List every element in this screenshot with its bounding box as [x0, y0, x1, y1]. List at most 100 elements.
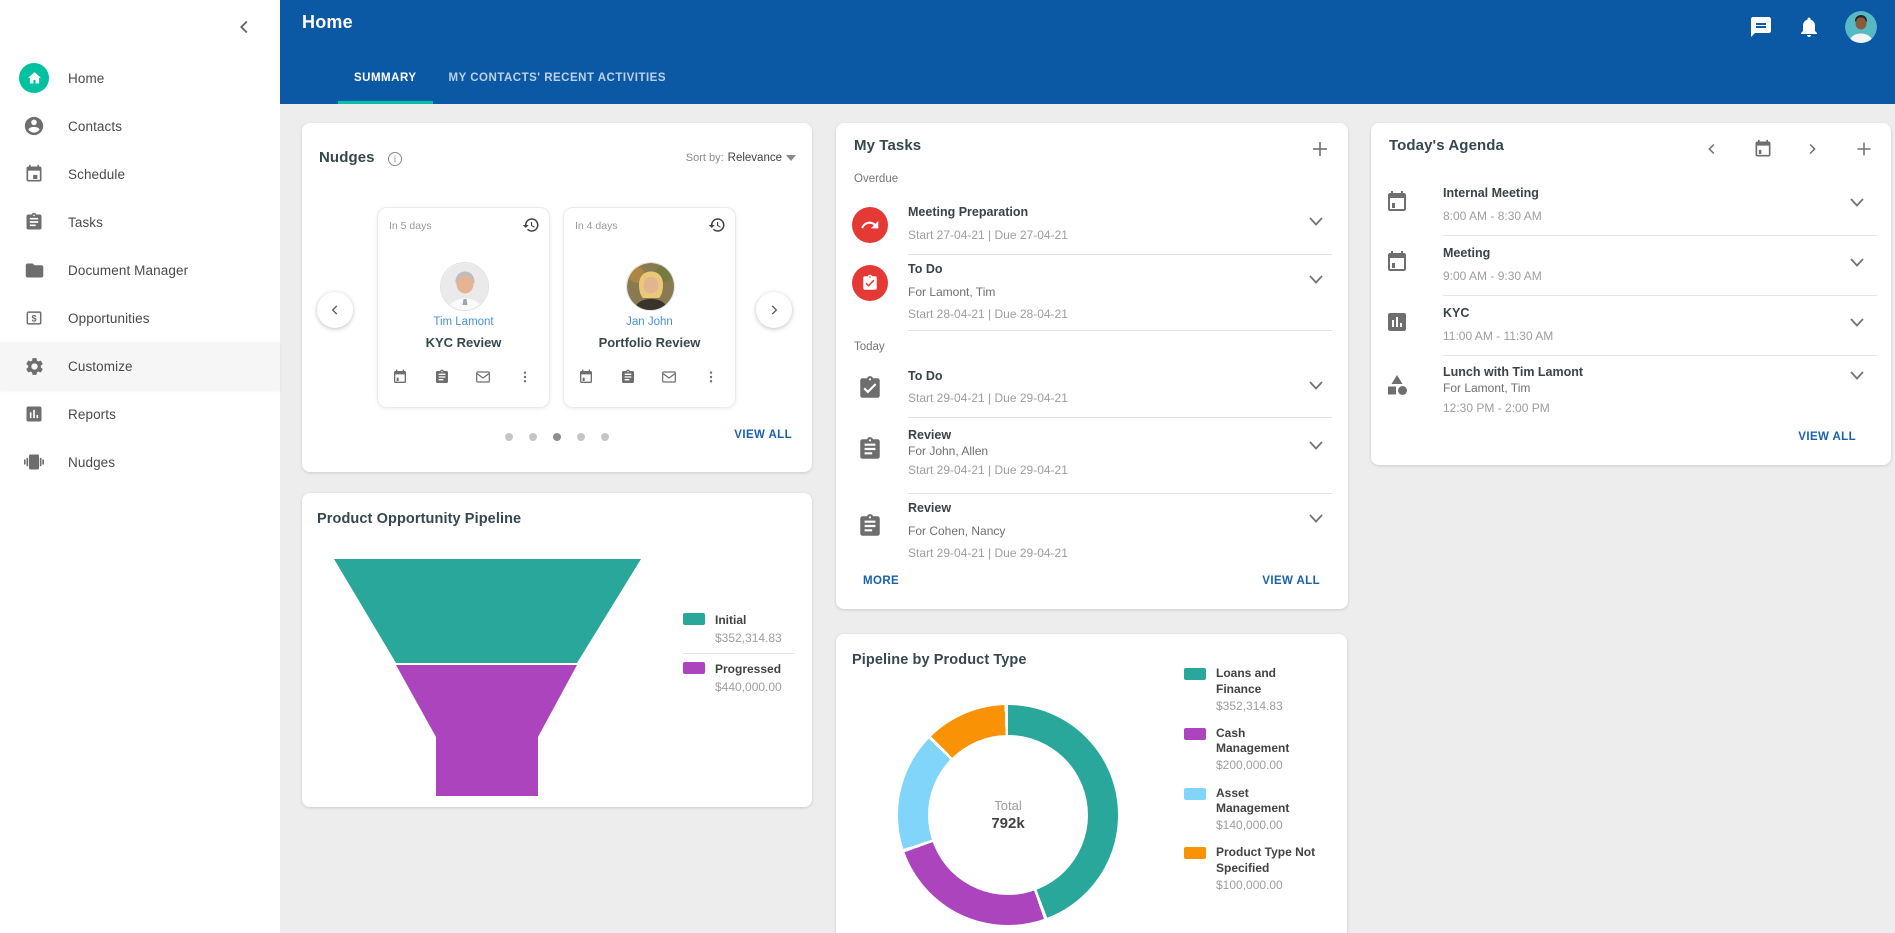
sidebar-item-customize[interactable]: Customize — [0, 342, 280, 390]
calendar-icon[interactable] — [578, 368, 596, 386]
review-icon — [857, 513, 883, 539]
sidebar-item-tasks[interactable]: Tasks — [0, 198, 280, 246]
legend-label: Initial — [715, 613, 746, 627]
donut-center-label: Total 792k — [898, 798, 1118, 832]
my-tasks-title: My Tasks — [854, 137, 921, 154]
bell-icon — [1797, 15, 1823, 39]
sidebar-item-label: Tasks — [68, 215, 103, 230]
agenda-item-for: For Lamont, Tim — [1443, 381, 1530, 395]
donut-total-label: Total — [898, 798, 1118, 813]
my-tasks-card: My Tasks Overdue Meeting Preparation Sta… — [836, 123, 1348, 609]
mail-icon[interactable] — [661, 368, 679, 386]
divider — [1443, 355, 1877, 356]
expand-task-button[interactable] — [1309, 514, 1323, 523]
tasks-more-button[interactable]: MORE — [863, 575, 899, 587]
section-label-overdue: Overdue — [854, 173, 898, 185]
notifications-button[interactable] — [1797, 14, 1823, 40]
calendar-icon[interactable] — [392, 368, 410, 386]
tasks-icon — [19, 207, 49, 237]
expand-event-button[interactable] — [1850, 318, 1864, 327]
legend-value: $352,314.83 — [1216, 698, 1321, 714]
task-for: For Lamont, Tim — [908, 285, 995, 299]
carousel-dot-active[interactable] — [553, 433, 561, 441]
carousel-dot[interactable] — [505, 433, 513, 441]
legend-swatch-orange — [1184, 847, 1206, 859]
task-dates: Start 29-04-21 | Due 29-04-21 — [908, 546, 1068, 560]
info-icon[interactable]: i — [388, 152, 402, 166]
expand-task-button[interactable] — [1309, 217, 1323, 226]
donut-chart-title: Pipeline by Product Type — [852, 652, 1027, 668]
schedule-icon — [19, 159, 49, 189]
contact-link[interactable]: Jan John — [564, 316, 735, 328]
task-icon[interactable] — [620, 368, 638, 386]
sort-by-dropdown[interactable]: Sort by: Relevance — [686, 152, 796, 164]
agenda-prev-button[interactable] — [1703, 137, 1727, 161]
nudge-card-kyc-review[interactable]: In 5 days Tim Lamont KYC Review — [377, 207, 550, 408]
legend-swatch-teal — [1184, 668, 1206, 680]
chevron-left-icon — [328, 303, 342, 317]
divider — [1443, 295, 1877, 296]
agenda-view-all-button[interactable]: VIEW ALL — [1798, 431, 1856, 443]
legend-value: $200,000.00 — [1216, 757, 1321, 773]
sidebar-item-document-manager[interactable]: Document Manager — [0, 246, 280, 294]
kebab-menu-icon[interactable] — [517, 368, 535, 386]
agenda-item-time: 8:00 AM - 8:30 AM — [1443, 209, 1542, 223]
chevron-down-icon — [1309, 514, 1323, 523]
legend-item: Cash Management $200,000.00 — [1184, 720, 1334, 780]
redo-icon — [852, 207, 888, 243]
mail-icon[interactable] — [475, 368, 493, 386]
contact-link[interactable]: Tim Lamont — [378, 316, 549, 328]
chevron-down-icon — [1850, 318, 1864, 327]
agenda-item-title: Meeting — [1443, 246, 1490, 260]
header-actions — [1749, 11, 1877, 43]
sidebar-item-contacts[interactable]: Contacts — [0, 102, 280, 150]
tab-my-contacts-recent-activities[interactable]: MY CONTACTS' RECENT ACTIVITIES — [433, 52, 683, 104]
calendar-picker-button[interactable] — [1753, 137, 1777, 161]
carousel-prev-button[interactable] — [317, 292, 353, 328]
sidebar-item-opportunities[interactable]: $ Opportunities — [0, 294, 280, 342]
sidebar-item-label: Nudges — [68, 455, 115, 470]
task-title: Review — [908, 501, 951, 515]
divider — [908, 493, 1332, 494]
agenda-next-button[interactable] — [1803, 137, 1827, 161]
sidebar-item-home[interactable]: Home — [0, 54, 280, 102]
sidebar-item-schedule[interactable]: Schedule — [0, 150, 280, 198]
carousel-dot[interactable] — [577, 433, 585, 441]
todays-agenda-card: Today's Agenda Internal Meeting 8:00 AM … — [1371, 123, 1891, 465]
carousel-dot[interactable] — [601, 433, 609, 441]
legend-label: Product Type Not Specified — [1216, 845, 1321, 876]
chat-icon — [1749, 15, 1775, 39]
agenda-title: Today's Agenda — [1389, 137, 1504, 154]
plus-icon — [1308, 137, 1332, 161]
expand-event-button[interactable] — [1850, 198, 1864, 207]
nudges-view-all-button[interactable]: VIEW ALL — [734, 429, 792, 441]
expand-event-button[interactable] — [1850, 258, 1864, 267]
chat-button[interactable] — [1749, 14, 1775, 40]
task-icon[interactable] — [434, 368, 452, 386]
legend-item: Progressed $440,000.00 — [683, 654, 795, 702]
legend-item: Product Type Not Specified $100,000.00 — [1184, 839, 1334, 899]
carousel-dot[interactable] — [529, 433, 537, 441]
expand-task-button[interactable] — [1309, 441, 1323, 450]
add-event-button[interactable] — [1853, 137, 1877, 161]
add-task-button[interactable] — [1308, 137, 1332, 161]
tab-summary[interactable]: SUMMARY — [338, 52, 433, 104]
nudges-icon — [19, 447, 49, 477]
tasks-view-all-button[interactable]: VIEW ALL — [1262, 575, 1320, 587]
legend-value: $100,000.00 — [1216, 877, 1321, 893]
user-avatar[interactable] — [1845, 11, 1877, 43]
agenda-item-time: 11:00 AM - 11:30 AM — [1443, 329, 1553, 343]
carousel-next-button[interactable] — [756, 292, 792, 328]
expand-event-button[interactable] — [1850, 371, 1864, 380]
todo-icon — [857, 375, 883, 401]
expand-task-button[interactable] — [1309, 381, 1323, 390]
expand-task-button[interactable] — [1309, 275, 1323, 284]
sidebar-item-reports[interactable]: Reports — [0, 390, 280, 438]
sidebar-item-nudges[interactable]: Nudges — [0, 438, 280, 486]
agenda-nav — [1703, 137, 1877, 161]
kebab-menu-icon[interactable] — [703, 368, 721, 386]
nudge-card-portfolio-review[interactable]: In 4 days Jan John Portfolio Review — [563, 207, 736, 408]
product-opportunity-pipeline-card: Product Opportunity Pipeline Initial $35… — [302, 493, 812, 807]
sidebar-collapse-button[interactable] — [234, 12, 264, 42]
task-title: To Do — [908, 262, 942, 276]
